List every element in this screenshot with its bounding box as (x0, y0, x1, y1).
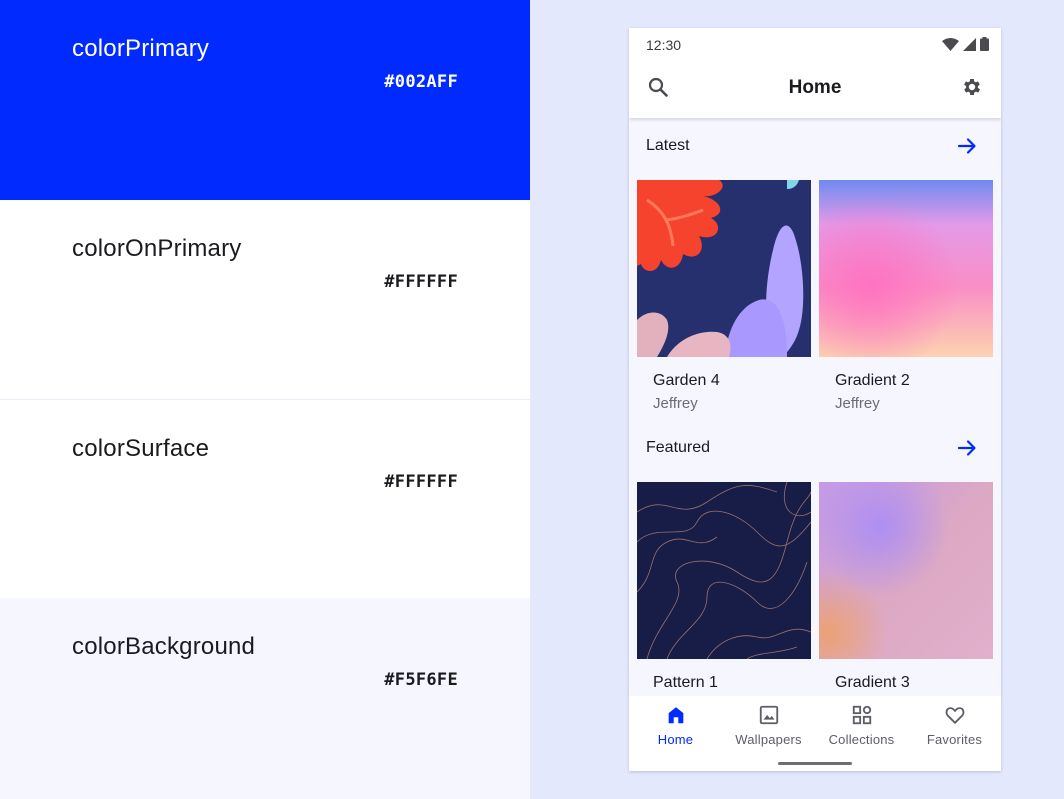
nav-item-favorites[interactable]: Favorites (908, 704, 1001, 747)
nav-label: Collections (828, 732, 895, 747)
section-header-latest: Latest (629, 127, 1001, 167)
heart-icon (944, 707, 966, 730)
signal-icon (963, 37, 976, 56)
swatch-name: colorSurface (72, 435, 210, 462)
settings-button[interactable] (956, 73, 988, 105)
swatch-color-on-primary: colorOnPrimary #FFFFFF (0, 200, 530, 399)
section-label: Latest (646, 137, 690, 154)
grid-icon (851, 705, 873, 730)
wallpaper-author: Jeffrey (835, 395, 880, 412)
swatch-hex: #FFFFFF (384, 272, 458, 292)
wallpaper-thumbnail (819, 180, 993, 357)
section-label: Featured (646, 439, 711, 456)
status-time: 12:30 (646, 37, 682, 53)
arrow-right-icon[interactable] (957, 438, 977, 463)
nav-item-home[interactable]: Home (629, 704, 722, 747)
wallpaper-card[interactable]: Gradient 3 (819, 482, 993, 696)
page-title: Home (788, 77, 842, 98)
bottom-navigation: Home Wallpapers Collections Favorites (629, 696, 1001, 771)
wallpaper-card[interactable]: Garden 4 Jeffrey (637, 180, 811, 420)
wallpaper-card[interactable]: Gradient 2 Jeffrey (819, 180, 993, 420)
status-bar: 12:30 (629, 28, 1001, 60)
wallpaper-thumbnail (637, 180, 811, 357)
home-icon (665, 707, 687, 730)
wallpaper-thumbnail (637, 482, 811, 659)
swatch-hex: #FFFFFF (384, 472, 458, 492)
nav-label: Wallpapers (735, 732, 802, 747)
wallpaper-author: Jeffrey (653, 395, 698, 412)
wallpaper-thumbnail (819, 482, 993, 659)
wallpaper-title: Gradient 2 (835, 372, 910, 389)
swatch-name: colorPrimary (72, 35, 210, 62)
swatch-name: colorBackground (72, 633, 256, 660)
wallpaper-title: Garden 4 (653, 372, 720, 389)
nav-label: Favorites (926, 732, 983, 747)
nav-item-collections[interactable]: Collections (815, 704, 908, 747)
color-swatch-panel: colorPrimary #002AFF colorOnPrimary #FFF… (0, 0, 530, 799)
wallpaper-card[interactable]: Pattern 1 (637, 482, 811, 696)
phone-screen: 12:30 Home Latest Garden 4 Jeffrey Gradi… (629, 28, 1001, 771)
image-icon (758, 705, 780, 730)
wallpaper-title: Pattern 1 (653, 674, 718, 691)
arrow-right-icon[interactable] (957, 136, 977, 161)
nav-item-wallpapers[interactable]: Wallpapers (722, 704, 815, 747)
swatch-hex: #002AFF (384, 72, 458, 92)
gesture-handle[interactable] (778, 762, 852, 765)
swatch-color-primary: colorPrimary #002AFF (0, 0, 530, 200)
swatch-color-surface: colorSurface #FFFFFF (0, 399, 530, 599)
section-header-featured: Featured (629, 429, 1001, 469)
top-app-bar: Home (629, 60, 1001, 118)
swatch-color-background: colorBackground #F5F6FE (0, 598, 530, 799)
battery-icon (980, 37, 989, 56)
wallpaper-title: Gradient 3 (835, 674, 910, 691)
swatch-hex: #F5F6FE (384, 670, 458, 690)
nav-label: Home (657, 732, 694, 747)
swatch-name: colorOnPrimary (72, 235, 242, 262)
wifi-icon (942, 37, 959, 56)
gear-icon (961, 76, 983, 103)
